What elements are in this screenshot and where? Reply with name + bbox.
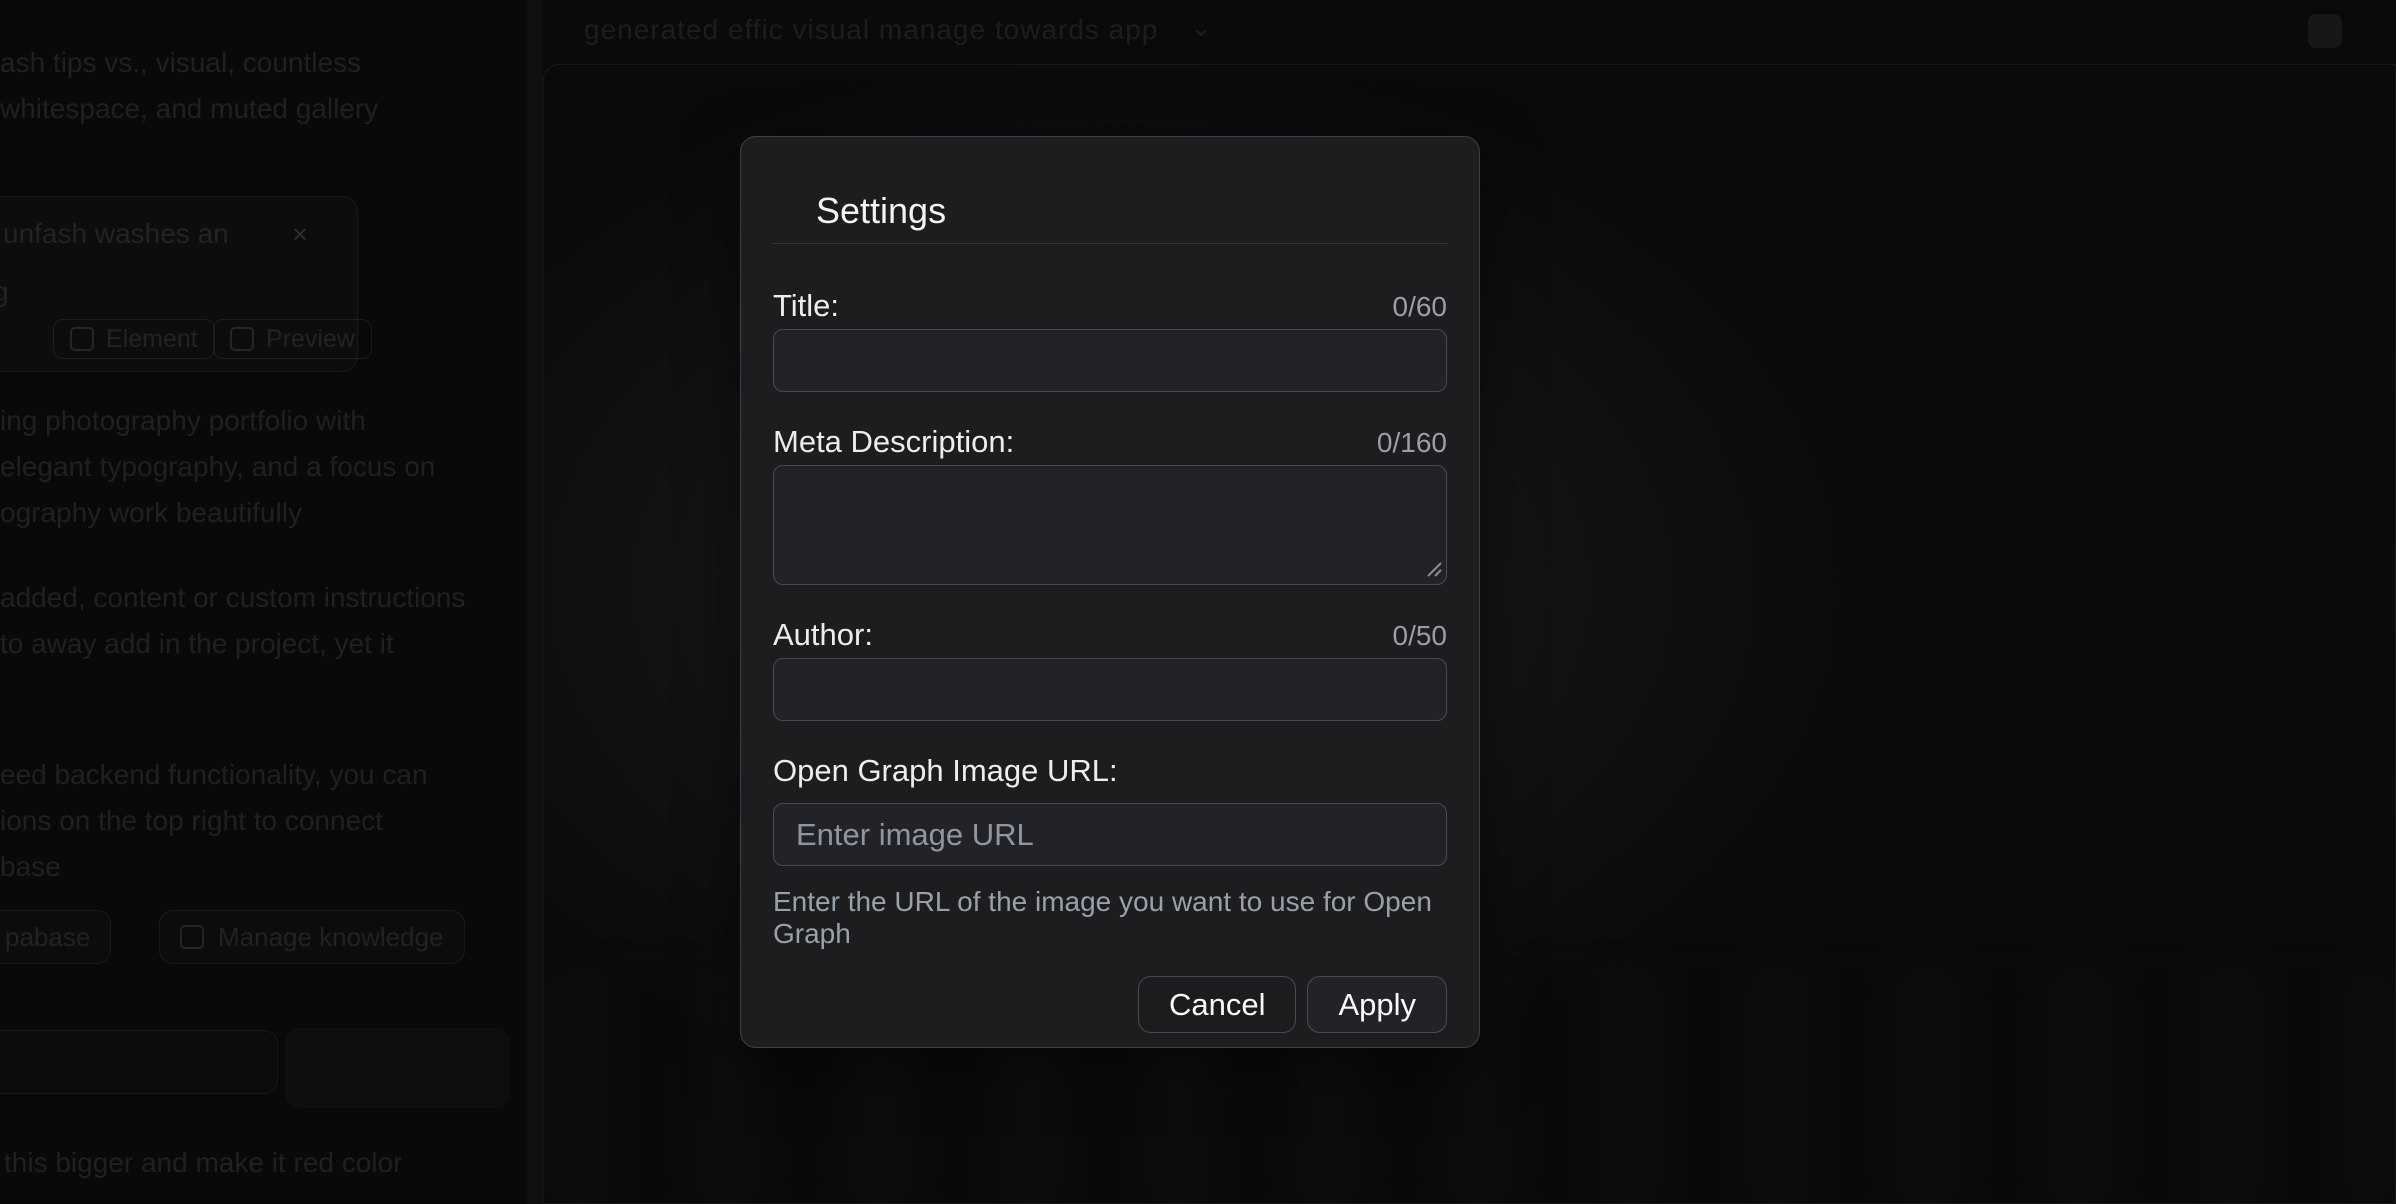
chat-paragraph: eed backend functionality, you can ions … <box>0 752 428 890</box>
dialog-actions: Cancel Apply <box>773 976 1447 1033</box>
title-input[interactable] <box>773 329 1447 392</box>
manage-knowledge-chip[interactable]: Manage knowledge <box>159 910 465 964</box>
resize-handle-icon[interactable] <box>1424 559 1442 577</box>
manage-knowledge-label: Manage knowledge <box>218 922 444 953</box>
preview-button[interactable]: Preview <box>213 319 372 359</box>
element-icon <box>70 327 94 351</box>
og-image-url-label: Open Graph Image URL: <box>773 753 1118 789</box>
project-title: generated effic visual manage towards ap… <box>584 14 1158 46</box>
author-label: Author: <box>773 617 873 653</box>
meta-description-textarea[interactable] <box>773 465 1447 585</box>
dialog-title: Settings <box>816 189 1447 233</box>
supabase-chip[interactable]: pabase <box>0 910 111 964</box>
element-button[interactable]: Element <box>53 319 215 359</box>
meta-description-field-row: Meta Description: 0/160 <box>773 424 1447 460</box>
composer-panel <box>285 1028 510 1108</box>
settings-dialog: Settings Title: 0/60 Meta Description: 0… <box>740 136 1480 1048</box>
meta-description-wrap <box>773 465 1447 585</box>
close-icon[interactable]: × <box>287 221 313 247</box>
selection-card: unfash washes an × g Element Preview <box>0 196 358 372</box>
knowledge-icon <box>180 925 204 949</box>
preview-button-label: Preview <box>266 325 355 354</box>
author-field-row: Author: 0/50 <box>773 617 1447 653</box>
divider <box>773 243 1447 244</box>
og-image-field-row: Open Graph Image URL: <box>773 753 1447 789</box>
chat-message: this bigger and make it red color <box>4 1140 402 1186</box>
chat-input[interactable] <box>0 1030 278 1094</box>
title-char-counter: 0/60 <box>1393 291 1448 323</box>
screen: generated effic visual manage towards ap… <box>0 0 2396 1204</box>
chevron-down-icon[interactable]: ⌄ <box>1190 12 1212 43</box>
selection-chip-label: unfash washes an <box>3 211 229 257</box>
author-input[interactable] <box>773 658 1447 721</box>
supabase-chip-label: pabase <box>5 922 90 953</box>
title-label: Title: <box>773 288 839 324</box>
window-control-icon[interactable] <box>2308 14 2342 48</box>
meta-description-label: Meta Description: <box>773 424 1014 460</box>
cancel-button[interactable]: Cancel <box>1138 976 1297 1033</box>
title-field-row: Title: 0/60 <box>773 288 1447 324</box>
chat-paragraph: added, content or custom instructions to… <box>0 575 465 667</box>
chat-paragraph: ing photography portfolio with elegant t… <box>0 398 435 536</box>
og-image-url-input[interactable] <box>773 803 1447 866</box>
selection-line: g <box>0 269 9 315</box>
panel-gutter <box>527 0 543 1204</box>
element-button-label: Element <box>106 325 198 354</box>
preview-icon <box>230 327 254 351</box>
meta-description-char-counter: 0/160 <box>1377 427 1447 459</box>
chat-sidebar: ash tips vs., visual, countless whitespa… <box>0 0 527 1204</box>
og-image-help-text: Enter the URL of the image you want to u… <box>773 886 1447 950</box>
author-char-counter: 0/50 <box>1393 620 1448 652</box>
apply-button[interactable]: Apply <box>1307 976 1447 1033</box>
chat-paragraph: ash tips vs., visual, countless whitespa… <box>0 40 378 132</box>
